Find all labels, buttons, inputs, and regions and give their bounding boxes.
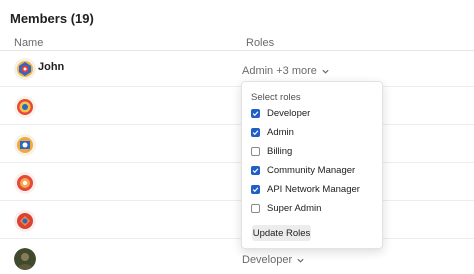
member-avatar[interactable] [14,210,36,232]
roles-dropdown-trigger[interactable]: Admin +3 more [242,65,330,77]
checkbox-checked-icon[interactable] [251,185,260,194]
column-header-name: Name [14,37,44,49]
role-option-super-admin[interactable]: Super Admin [251,203,321,214]
row-divider [0,162,474,163]
member-avatar[interactable] [14,172,36,194]
member-name: John [38,61,65,73]
header-divider [0,50,474,51]
row-divider [0,200,474,201]
checkbox-unchecked-icon[interactable] [251,147,260,156]
roles-dropdown-trigger[interactable]: Developer [242,254,305,266]
checkbox-checked-icon[interactable] [251,166,260,175]
role-option-developer[interactable]: Developer [251,108,310,119]
role-option-billing[interactable]: Billing [251,146,292,157]
checkbox-unchecked-icon[interactable] [251,204,260,213]
update-roles-button[interactable]: Update Roles [252,225,311,241]
role-option-label: Billing [267,146,293,157]
page-title: Members (19) [10,11,94,26]
role-option-api-network-manager[interactable]: API Network Manager [251,184,360,195]
member-avatar[interactable] [14,58,36,80]
member-avatar-photo[interactable] [14,248,36,270]
role-option-admin[interactable]: Admin [251,127,294,138]
row-divider [0,238,474,239]
roles-summary: Developer [242,254,293,266]
row-divider [0,124,474,125]
row-divider [0,86,474,87]
roles-menu-title: Select roles [251,92,301,103]
member-avatar[interactable] [14,96,36,118]
chevron-down-icon [297,258,304,263]
roles-dropdown-menu: Select roles Developer Admin Billing Com… [241,81,383,249]
role-option-label: Admin [267,127,294,138]
member-avatar[interactable] [14,134,36,156]
role-option-community-manager[interactable]: Community Manager [251,165,355,176]
column-header-roles: Roles [246,37,275,49]
role-option-label: Developer [267,108,311,119]
roles-summary: Admin +3 more [242,65,317,77]
checkbox-checked-icon[interactable] [251,109,260,118]
chevron-down-icon [322,69,329,74]
role-option-label: Super Admin [267,203,322,214]
role-option-label: Community Manager [267,165,356,176]
checkbox-checked-icon[interactable] [251,128,260,137]
role-option-label: API Network Manager [267,184,360,195]
